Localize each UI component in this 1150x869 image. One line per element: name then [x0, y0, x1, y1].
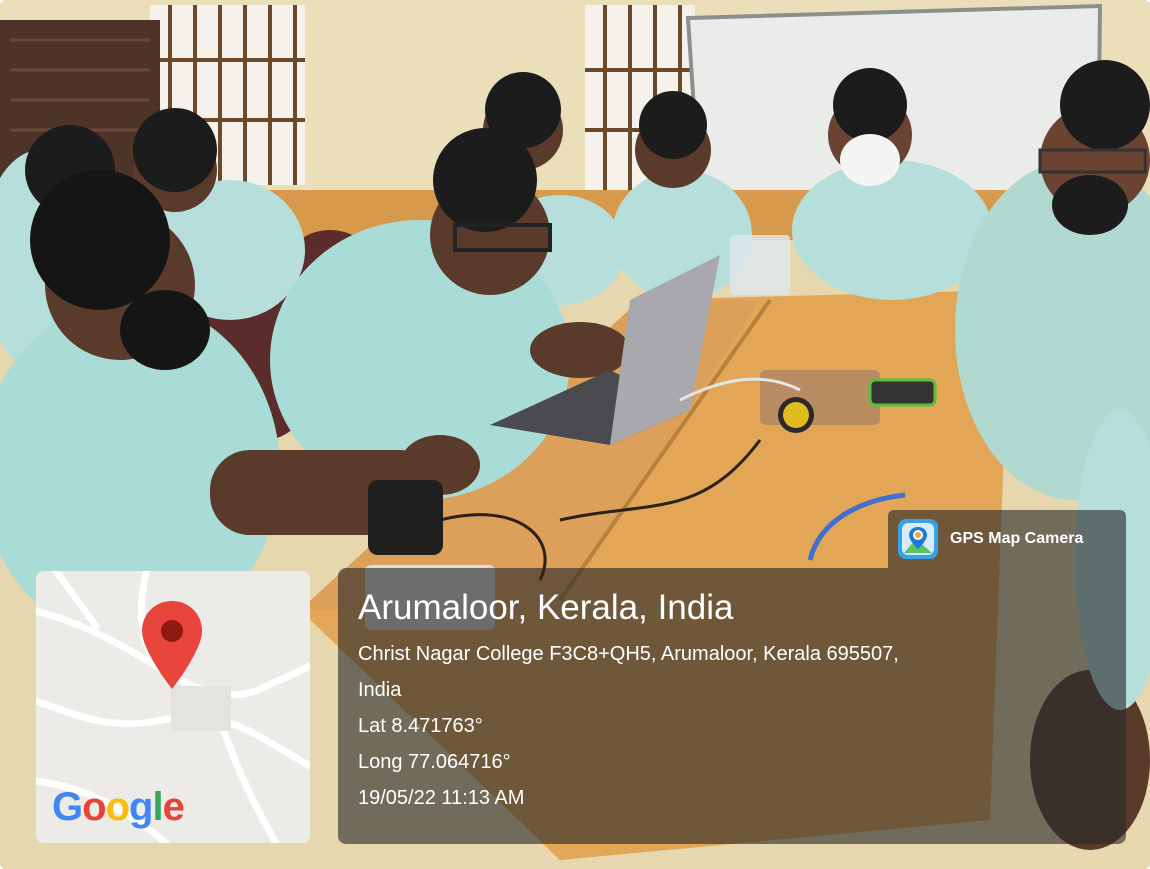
gps-map-camera-logo-icon [898, 519, 938, 559]
google-logo: Google [52, 785, 185, 829]
datetime: 19/05/22 11:13 AM [358, 787, 525, 809]
google-logo-letter: e [162, 785, 185, 829]
brand-label: GPS Map Camera [950, 530, 1084, 547]
longitude: Long 77.064716° [358, 751, 511, 773]
google-logo-letter: o [82, 785, 106, 829]
gps-map-camera-tag: GPS Map Camera [888, 510, 1126, 568]
latitude: Lat 8.471763° [358, 715, 483, 737]
location-pin-icon [142, 601, 202, 689]
google-logo-letter: l [152, 785, 163, 829]
map-thumbnail: Google [36, 571, 310, 843]
address-line-1: Christ Nagar College F3C8+QH5, Arumaloor… [358, 643, 899, 665]
place-title: Arumaloor, Kerala, India [358, 588, 734, 627]
address-line-2: India [358, 679, 402, 701]
google-logo-letter: g [129, 785, 153, 829]
google-logo-letter: o [105, 785, 130, 829]
google-logo-letter: G [52, 785, 83, 829]
photo-frame: GPS Map Camera Arumaloor, Kerala, India … [0, 0, 1150, 869]
location-info-panel: Arumaloor, Kerala, India Christ Nagar Co… [338, 568, 1126, 844]
